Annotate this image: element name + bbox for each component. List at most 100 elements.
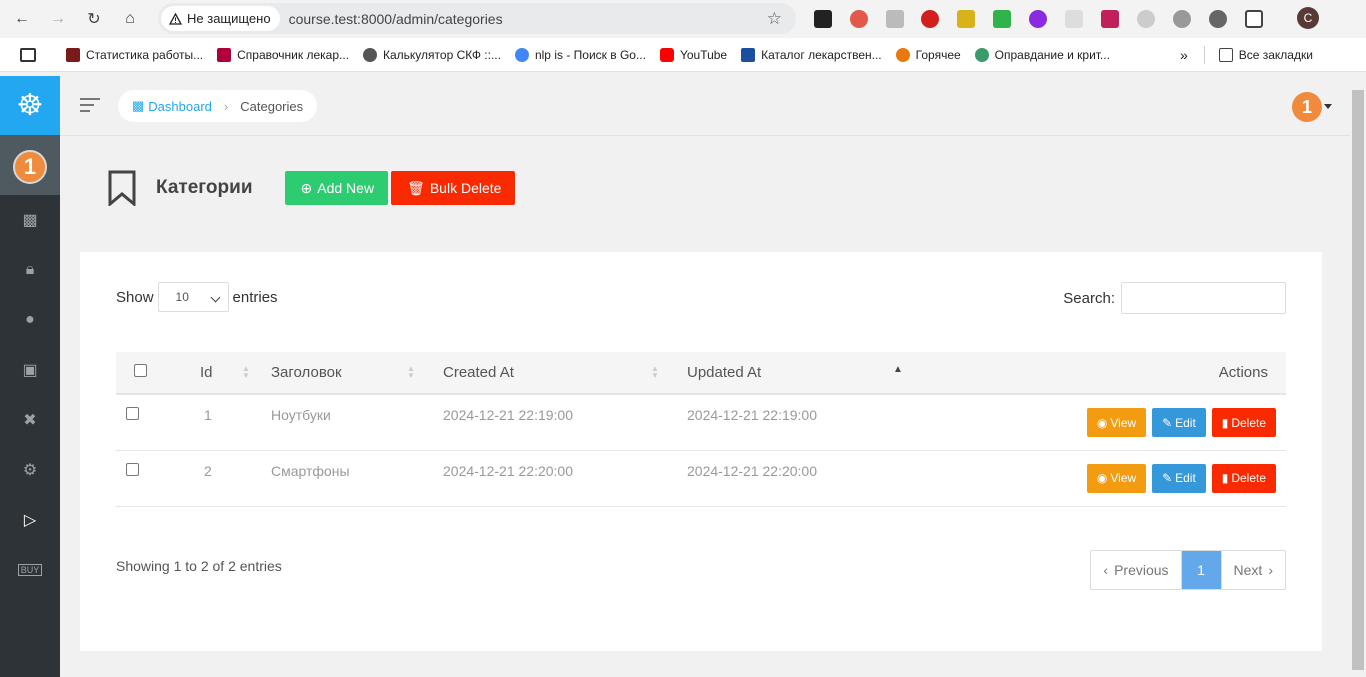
- page-size-select[interactable]: 10: [157, 282, 229, 312]
- sidebar-item-security[interactable]: 🔒︎: [0, 245, 60, 295]
- sidebar-item-categories[interactable]: ▷: [0, 495, 60, 545]
- page-button-current[interactable]: 1: [1180, 551, 1221, 589]
- bookmark-item[interactable]: Калькулятор СКФ ::...: [363, 47, 501, 62]
- page-title: Категории: [156, 177, 253, 198]
- chevron-right-icon: ›: [1268, 562, 1273, 578]
- bookmark-icon: ▷: [23, 512, 37, 529]
- extension-purple-icon[interactable]: [1029, 10, 1047, 28]
- extension-light-icon[interactable]: [1065, 10, 1083, 28]
- trash-icon: ▮: [1221, 471, 1229, 485]
- chevron-left-icon: ‹: [1103, 562, 1109, 578]
- sidebar-item-products[interactable]: BUY: [0, 545, 60, 595]
- extension-grey-icon[interactable]: [886, 10, 904, 28]
- edit-button[interactable]: ✎ Edit: [1152, 463, 1206, 493]
- add-new-button[interactable]: ⊕ Add New: [284, 171, 389, 205]
- sidebar-item-settings[interactable]: ⚙: [0, 445, 60, 495]
- delete-button[interactable]: ▮ Delete: [1211, 463, 1276, 493]
- delete-button[interactable]: ▮ Delete: [1211, 408, 1276, 437]
- bookmark-favicon: [66, 47, 80, 62]
- column-actions: Actions: [1218, 364, 1268, 381]
- scrollbar-thumb[interactable]: [1352, 90, 1364, 670]
- previous-page-button[interactable]: ‹ Previous: [1091, 551, 1180, 589]
- cell-id: 1: [200, 394, 271, 451]
- extension-gear-icon[interactable]: [1209, 10, 1227, 28]
- bulk-delete-button[interactable]: 🗑︎ Bulk Delete: [391, 171, 516, 205]
- chevron-down-icon[interactable]: [1324, 104, 1332, 109]
- apps-icon[interactable]: [20, 47, 36, 62]
- bookmark-item[interactable]: Статистика работы...: [66, 47, 203, 62]
- column-updated-at[interactable]: Updated At ▲: [687, 352, 931, 394]
- bookmark-item[interactable]: YouTube: [659, 47, 727, 62]
- column-title[interactable]: Заголовок ▲ ▼: [271, 352, 443, 394]
- extension-circle-icon[interactable]: [1137, 10, 1155, 28]
- extension-red-icon[interactable]: [850, 10, 868, 28]
- search-input[interactable]: [1121, 282, 1286, 314]
- google-icon: [514, 47, 529, 62]
- user-icon: ●: [25, 311, 35, 328]
- buy-icon: BUY: [17, 564, 43, 576]
- extension-green-icon[interactable]: [993, 10, 1011, 28]
- sidebar-item-media[interactable]: ▣: [0, 345, 60, 395]
- plus-circle-icon: ⊕: [300, 179, 313, 196]
- bookmark-item[interactable]: Горячее: [895, 47, 961, 62]
- more-bookmarks-icon[interactable]: »: [1180, 47, 1188, 63]
- ship-wheel-logo-icon[interactable]: ☸: [0, 76, 60, 135]
- bookmark-star-icon[interactable]: ☆: [767, 9, 782, 29]
- row-checkbox[interactable]: [126, 407, 139, 420]
- cell-created: 2024-12-21 22:19:00: [443, 394, 687, 451]
- home-icon[interactable]: ⌂: [116, 5, 144, 33]
- security-label: Не защищено: [187, 11, 271, 26]
- trash-icon: 🗑︎: [407, 179, 425, 196]
- search-label: Search:: [1063, 289, 1115, 307]
- address-bar[interactable]: Не защищено course.test:8000/admin/categ…: [158, 3, 796, 34]
- sidebar-item-dashboard[interactable]: ▩: [0, 195, 60, 245]
- cell-title: Ноутбуки: [271, 394, 443, 451]
- bookmark-item[interactable]: nlp is - Поиск в Go...: [514, 47, 646, 62]
- bookmarks-divider: [1203, 45, 1205, 64]
- trash-icon: ▮: [1221, 415, 1229, 430]
- all-bookmarks[interactable]: Все закладки: [1218, 47, 1313, 62]
- cell-updated: 2024-12-21 22:19:00: [687, 394, 931, 451]
- extension-printer-icon[interactable]: [814, 10, 832, 28]
- sidebar-item-tools[interactable]: ✖: [0, 395, 60, 445]
- menu-toggle-icon[interactable]: [80, 98, 100, 116]
- extension-opera-icon[interactable]: [921, 10, 939, 28]
- page-scrollbar[interactable]: [1350, 76, 1366, 677]
- next-page-button[interactable]: Next ›: [1220, 551, 1285, 589]
- extensions-puzzle-icon[interactable]: [1245, 10, 1263, 28]
- gear-icon: ⚙: [22, 462, 38, 479]
- breadcrumb-dashboard-link[interactable]: Dashboard: [148, 99, 212, 114]
- select-all-checkbox[interactable]: [134, 364, 147, 377]
- extension-pink-icon[interactable]: [1101, 10, 1119, 28]
- column-created-at[interactable]: Created At ▲ ▼: [443, 352, 687, 394]
- user-avatar[interactable]: 1: [1292, 92, 1322, 122]
- sidebar-avatar[interactable]: 1: [0, 135, 60, 195]
- extension-globe-icon[interactable]: [1173, 10, 1191, 28]
- categories-panel: Show 10 entries Search: Id ▲ ▼ Заголовок ▲ ▼…: [80, 252, 1322, 651]
- bookmark-item[interactable]: Каталог лекарствен...: [741, 47, 882, 62]
- row-checkbox[interactable]: [126, 462, 139, 476]
- bookmark-item[interactable]: Справочник лекар...: [217, 47, 349, 62]
- sidebar-item-users[interactable]: ●: [0, 295, 60, 345]
- view-button[interactable]: ◉ View: [1086, 463, 1147, 493]
- lock-icon: 🔒︎: [25, 261, 35, 278]
- sort-icon: ▲ ▼: [651, 364, 659, 380]
- view-button[interactable]: ◉ View: [1086, 408, 1147, 437]
- back-icon[interactable]: ←: [8, 5, 36, 33]
- page-size-control: Show 10 entries: [116, 282, 278, 312]
- bookmark-item[interactable]: Оправдание и крит...: [974, 47, 1110, 62]
- cell-actions: ◉ View ✎ Edit ▮ Delete: [931, 450, 1286, 507]
- url-text[interactable]: course.test:8000/admin/categories: [289, 11, 503, 27]
- security-chip[interactable]: Не защищено: [161, 6, 280, 31]
- cell-id: 2: [200, 450, 271, 507]
- profile-avatar[interactable]: C: [1297, 7, 1319, 29]
- extension-yellow-icon[interactable]: [957, 10, 975, 28]
- forward-icon[interactable]: →: [44, 5, 72, 33]
- breadcrumb-separator: ›: [223, 98, 229, 114]
- table-header: Id ▲ ▼ Заголовок ▲ ▼ Created At ▲ ▼ Updated At…: [116, 352, 1286, 394]
- select-all-cell: [116, 352, 200, 394]
- reload-icon[interactable]: ↻: [80, 5, 108, 33]
- edit-button[interactable]: ✎ Edit: [1152, 408, 1206, 437]
- column-id[interactable]: Id ▲ ▼: [200, 352, 271, 394]
- bookmark-favicon: [974, 47, 989, 62]
